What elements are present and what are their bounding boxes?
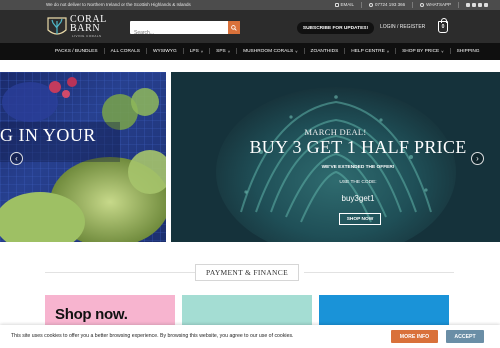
- email-label: EMAIL: [340, 2, 355, 7]
- slider-next-button[interactable]: ›: [471, 152, 484, 165]
- coral-logo-icon: [47, 17, 67, 35]
- chevron-down-icon: ˅: [227, 48, 231, 54]
- hero-slider: G IN YOUR ‹ MARCH DEAL! BUY 3 GET 1 HALF…: [0, 60, 500, 252]
- delivery-notice: We do not deliver to Northern Ireland or…: [46, 2, 191, 7]
- subscribe-button[interactable]: SUBSCRIBE FOR UPDATES!: [297, 22, 374, 34]
- shop-now-button[interactable]: SHOP NOW: [339, 213, 381, 225]
- site-logo[interactable]: CORAL BARN LIVING CORALS: [46, 13, 112, 41]
- nav-divider: [344, 48, 346, 54]
- main-nav: PACKS / BUNDLES ALL CORALS WYSIWYG LPS ˅ SPS ˅…: [0, 43, 500, 60]
- whatsapp-icon: [420, 2, 425, 7]
- chevron-down-icon: ˅: [200, 48, 204, 54]
- slide-previous: G IN YOUR ‹: [0, 72, 166, 242]
- email-link[interactable]: EMAIL: [334, 2, 355, 7]
- nav-item-shop-by-price[interactable]: SHOP BY PRICE ˅: [402, 48, 451, 54]
- divider: [412, 1, 414, 8]
- nav-divider: [236, 48, 238, 54]
- nav-item-all-corals[interactable]: ALL CORALS: [111, 48, 147, 54]
- nav-divider: [395, 48, 397, 54]
- cart-count: 0: [441, 24, 445, 30]
- deal-title: BUY 3 GET 1 HALF PRICE: [249, 137, 467, 157]
- nav-divider: [103, 48, 105, 54]
- logo-tagline: LIVING CORALS: [72, 34, 102, 38]
- nav-divider: [449, 48, 451, 54]
- cookie-message: This site uses cookies to offer you a be…: [11, 333, 294, 339]
- cart-button[interactable]: 0: [438, 18, 448, 33]
- email-icon: [334, 2, 339, 7]
- nav-item-label: WYSIWYG: [153, 48, 177, 54]
- divider: [304, 272, 454, 273]
- nav-divider: [209, 48, 211, 54]
- nav-item-label: SHOP BY PRICE: [402, 48, 440, 54]
- phone-link[interactable]: 07724 193 366: [369, 2, 405, 7]
- chevron-down-icon: ˅: [386, 48, 390, 54]
- whatsapp-link[interactable]: WHATSAPP: [420, 2, 451, 7]
- social-links: [466, 2, 488, 7]
- nav-divider: [146, 48, 147, 54]
- logo-line-2: BARN: [70, 23, 101, 34]
- nav-item-label: HELP CENTRE: [351, 48, 385, 54]
- code-label: USE THE CODE:: [339, 180, 377, 185]
- slide-headline: G IN YOUR: [0, 125, 96, 145]
- nav-item-shipping[interactable]: SHIPPING: [457, 48, 480, 54]
- chevron-down-icon: ˅: [295, 48, 298, 54]
- nav-item-label: SPS: [216, 48, 226, 54]
- card-headline: Shop now.: [55, 306, 128, 323]
- more-info-button[interactable]: MORE INFO: [391, 330, 438, 343]
- offer-extended-text: WE'VE EXTENDED THE OFFER!: [321, 165, 395, 170]
- nav-item-label: LPS: [189, 48, 199, 54]
- nav-item-mushroom-corals[interactable]: MUSHROOM CORALS ˅: [243, 48, 305, 54]
- site-header: CORAL BARN LIVING CORALS SUBSCRIBE FOR U…: [0, 10, 500, 43]
- chevron-right-icon: ›: [476, 154, 479, 163]
- section-title: PAYMENT & FINANCE: [195, 264, 299, 281]
- nav-item-label: PACKS / BUNDLES: [55, 48, 98, 54]
- nav-divider: [303, 48, 305, 54]
- contact-links: EMAIL 07724 193 366 WHATSAPP: [334, 1, 488, 8]
- coral-tank-image: [0, 72, 166, 242]
- accept-button[interactable]: ACCEPT: [446, 330, 484, 343]
- top-notice-bar: We do not deliver to Northern Ireland or…: [0, 0, 500, 10]
- slide-current: MARCH DEAL! BUY 3 GET 1 HALF PRICE WE'VE…: [171, 72, 500, 242]
- chevron-left-icon: ‹: [15, 154, 18, 163]
- chevron-down-icon: ˅: [441, 48, 444, 54]
- search-icon: [231, 24, 237, 31]
- nav-item-label: SHIPPING: [456, 48, 480, 54]
- tiktok-icon[interactable]: [478, 2, 482, 7]
- phone-icon: [369, 2, 374, 7]
- divider: [361, 1, 363, 8]
- promo-code: buy3get1: [341, 194, 375, 203]
- nav-item-help-centre[interactable]: HELP CENTRE ˅: [351, 48, 397, 54]
- youtube-icon[interactable]: [484, 2, 488, 7]
- nav-item-label: ZOANTHIDS: [310, 48, 339, 54]
- search-box: [130, 21, 240, 40]
- nav-item-wysiwyg[interactable]: WYSIWYG: [153, 48, 184, 54]
- search-input[interactable]: [130, 26, 228, 40]
- search-button[interactable]: [228, 21, 240, 34]
- nav-item-packs-bundles[interactable]: PACKS / BUNDLES: [55, 48, 105, 54]
- phone-number: 07724 193 366: [375, 2, 406, 7]
- logo-wordmark: CORAL BARN: [70, 15, 107, 34]
- nav-item-sps[interactable]: SPS ˅: [216, 48, 238, 54]
- slider-prev-button[interactable]: ‹: [10, 152, 23, 165]
- whatsapp-label: WHATSAPP: [426, 2, 451, 7]
- nav-item-label: ALL CORALS: [110, 48, 140, 54]
- divider: [458, 1, 459, 8]
- instagram-icon[interactable]: [472, 2, 476, 7]
- login-register-link[interactable]: LOGIN / REGISTER: [380, 24, 425, 30]
- cookie-banner: This site uses cookies to offer you a be…: [0, 325, 500, 348]
- nav-divider: [182, 48, 184, 54]
- nav-item-zoanthids[interactable]: ZOANTHIDS: [311, 48, 346, 54]
- nav-item-lps[interactable]: LPS ˅: [189, 48, 211, 54]
- payment-section-header: PAYMENT & FINANCE: [0, 263, 500, 283]
- nav-item-label: MUSHROOM CORALS: [243, 48, 294, 54]
- facebook-icon[interactable]: [466, 2, 470, 7]
- divider: [45, 272, 195, 273]
- deal-subtitle: MARCH DEAL!: [304, 127, 367, 137]
- nav-list: PACKS / BUNDLES ALL CORALS WYSIWYG LPS ˅ SPS ˅…: [55, 48, 480, 54]
